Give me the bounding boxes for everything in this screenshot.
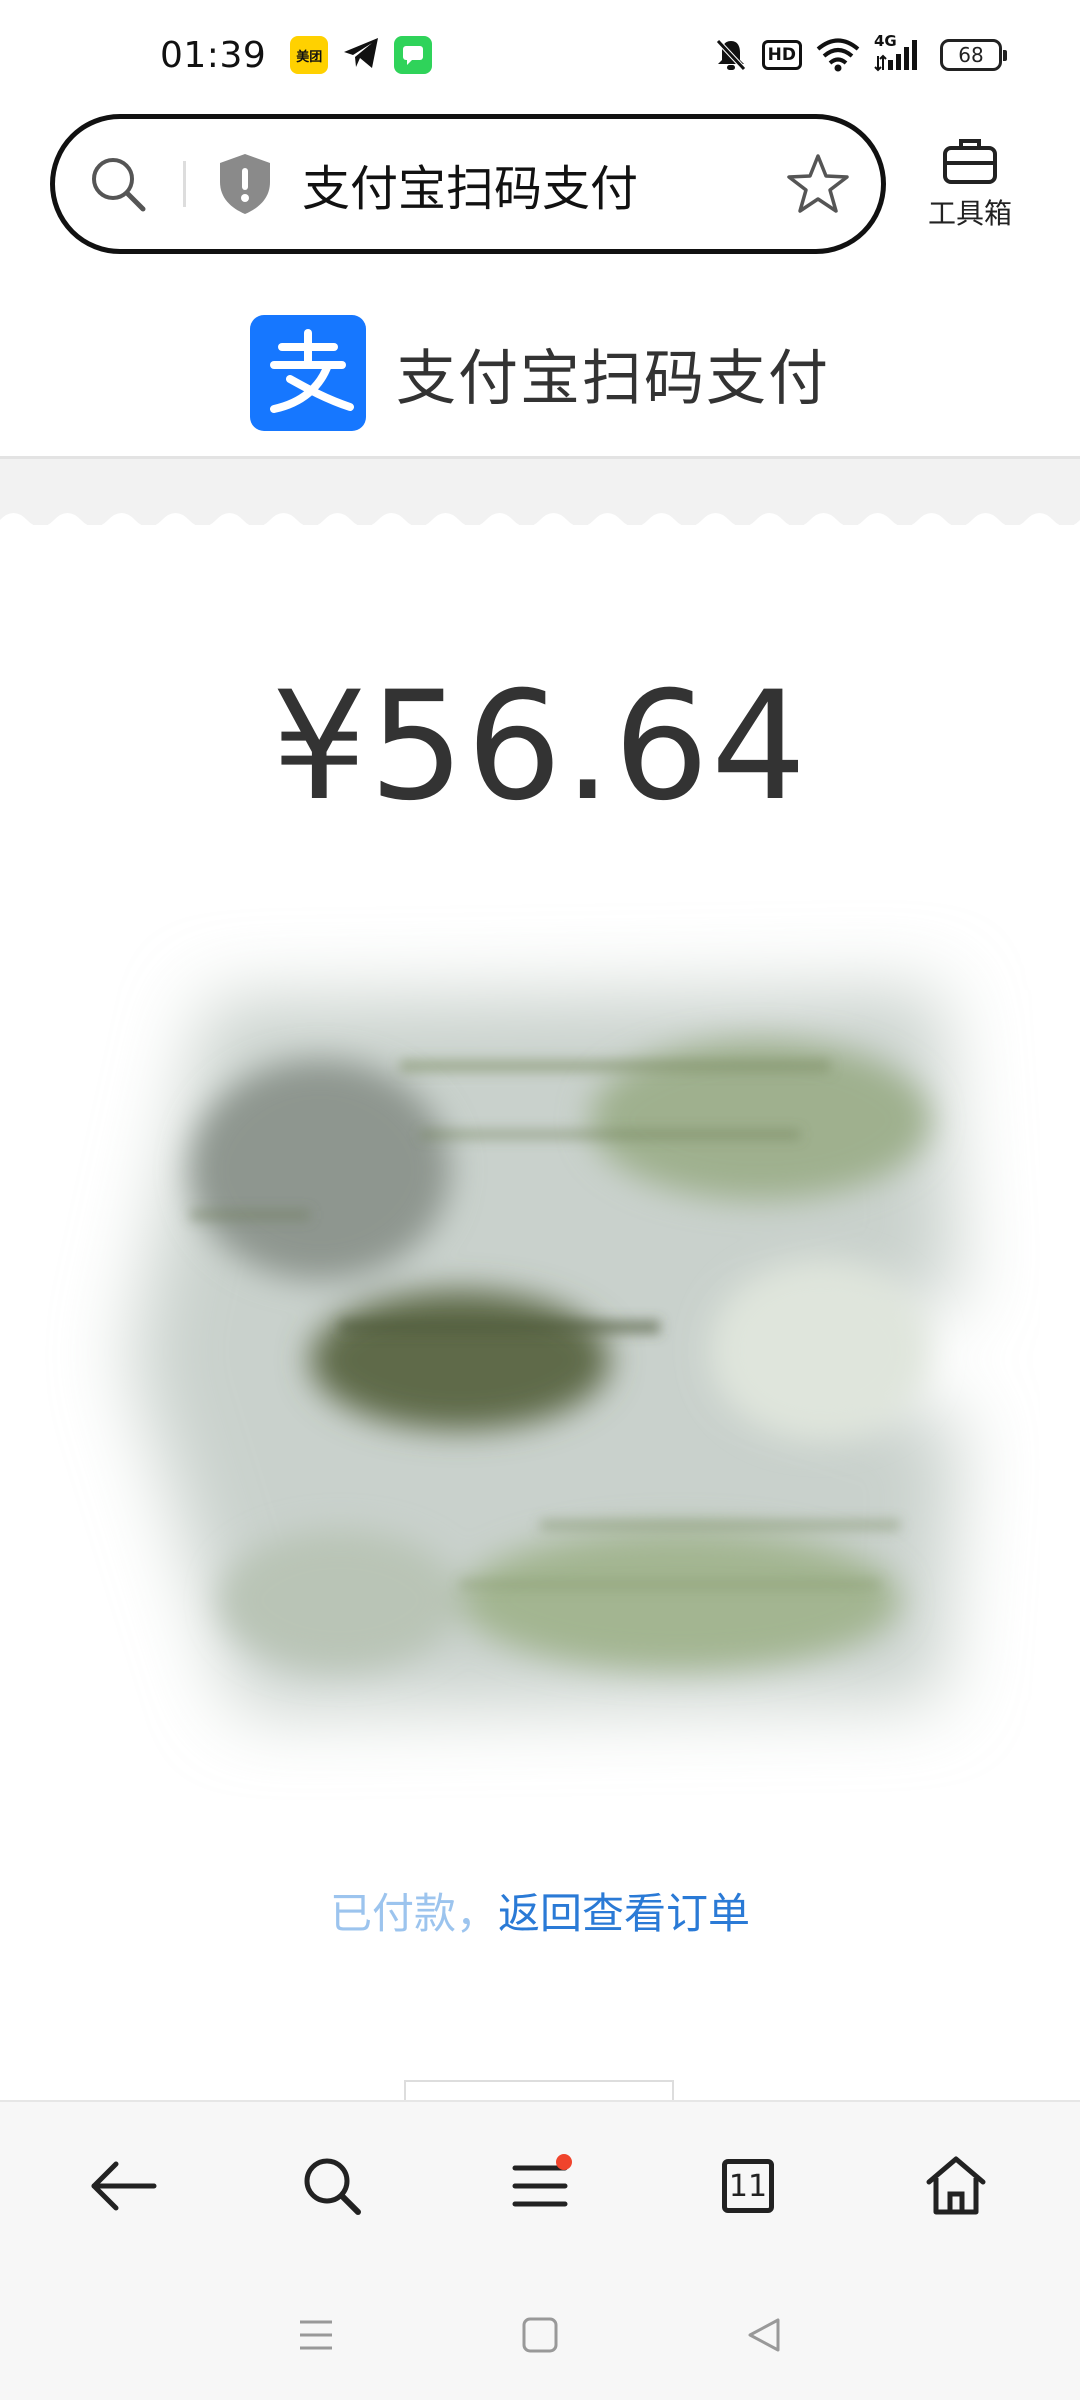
- system-recents-button[interactable]: [266, 2295, 366, 2375]
- menu-button[interactable]: [490, 2136, 590, 2236]
- address-text[interactable]: 支付宝扫码支付: [302, 149, 785, 219]
- qr-code-blurred: [130, 990, 960, 1710]
- browser-bottom-nav: 11: [0, 2100, 1080, 2270]
- search-icon: [304, 2158, 361, 2215]
- page-header: 支付宝扫码支付: [0, 290, 1080, 459]
- status-left: 01:39 美团: [160, 35, 446, 76]
- star-icon[interactable]: [785, 152, 851, 216]
- payment-amount: ¥56.64: [271, 660, 809, 834]
- search-button[interactable]: [282, 2136, 382, 2236]
- tabs-button[interactable]: 11: [698, 2136, 798, 2236]
- paid-hint-text: 已付款，: [329, 1889, 498, 1938]
- toolbox-icon: [941, 136, 999, 186]
- page-title: 支付宝扫码支付: [396, 343, 830, 414]
- messages-app-icon: [394, 36, 433, 74]
- back-arrow-icon: [91, 2161, 157, 2211]
- home-icon: [926, 2156, 986, 2215]
- toolbox-label: 工具箱: [927, 197, 1012, 230]
- alipay-logo-glyph: [270, 329, 354, 413]
- hd-icon: HD: [761, 40, 802, 70]
- battery-icon: 68: [940, 39, 1007, 71]
- network-type-label: 4G: [874, 32, 897, 50]
- toolbox-button[interactable]: 工具箱: [920, 136, 1020, 232]
- wifi-icon: [816, 38, 860, 72]
- return-to-order-link[interactable]: 返回查看订单: [498, 1889, 750, 1938]
- receipt-zigzag-edge: [0, 513, 1080, 530]
- status-right: HD 4G 68: [700, 32, 1007, 73]
- bell-muted-icon: [714, 37, 748, 73]
- recents-menu-icon: [300, 2320, 332, 2350]
- back-button[interactable]: [74, 2136, 174, 2236]
- square-home-icon: [522, 2317, 558, 2353]
- search-icon[interactable]: [87, 153, 149, 215]
- partial-button-outline: [404, 2080, 674, 2100]
- alipay-logo: [250, 315, 366, 431]
- home-button[interactable]: [906, 2136, 1006, 2236]
- tab-count: 11: [722, 2159, 774, 2213]
- system-back-button[interactable]: [714, 2295, 814, 2375]
- system-navigation-bar: [0, 2270, 1080, 2400]
- system-home-button[interactable]: [490, 2295, 590, 2375]
- return-order-hint[interactable]: 已付款，返回查看订单: [0, 1880, 1080, 1941]
- status-time: 01:39: [160, 34, 267, 76]
- address-divider: [183, 161, 186, 207]
- notification-dot: [556, 2154, 572, 2170]
- shield-warning-icon[interactable]: [216, 152, 274, 216]
- battery-level: 68: [940, 39, 1007, 71]
- telegram-icon: [342, 36, 380, 74]
- triangle-back-icon: [748, 2318, 780, 2352]
- meituan-app-icon: 美团: [290, 36, 329, 74]
- hd-label: HD: [761, 40, 802, 70]
- cellular-signal-icon: 4G: [874, 32, 922, 72]
- status-bar: 01:39 美团 HD 4G 68: [0, 0, 1080, 110]
- address-bar[interactable]: 支付宝扫码支付: [50, 114, 886, 254]
